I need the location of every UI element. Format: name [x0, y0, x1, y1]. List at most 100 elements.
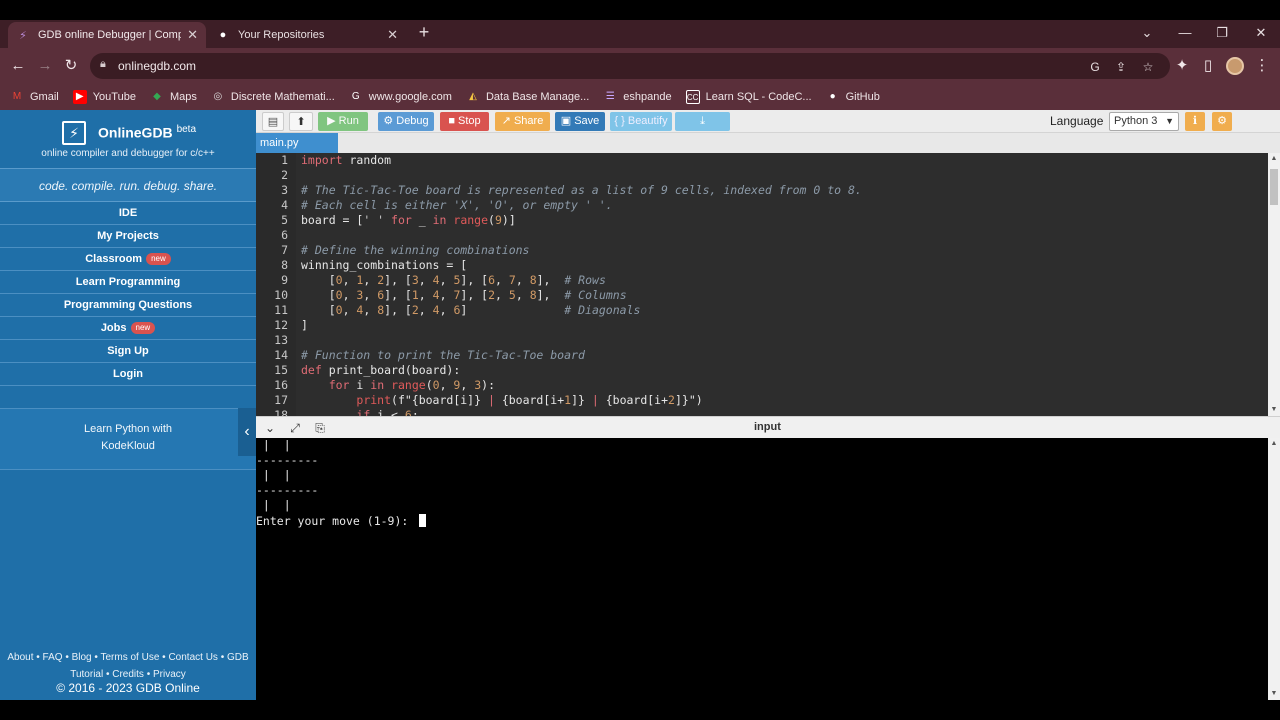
codecademy-icon: CC	[685, 90, 700, 104]
download-button[interactable]: ⤓	[675, 112, 730, 131]
bookmark-discrete-math[interactable]: ◎ Discrete Mathemati...	[211, 90, 335, 104]
bookmark-eshpande[interactable]: ☰ eshpande	[603, 90, 672, 104]
browser-tab-gdb[interactable]: ⚡ GDB online Debugger | Compile ✕	[8, 22, 206, 48]
bolt-logo-icon: ⚡	[62, 121, 86, 145]
scroll-down-icon[interactable]: ▼	[1268, 688, 1280, 700]
browser-tab-strip: ⚡ GDB online Debugger | Compile ✕ ● Your…	[0, 20, 1280, 48]
bookmark-dbms[interactable]: ◭ Data Base Manage...	[466, 90, 589, 104]
terminal-output[interactable]: | | --------- | | --------- | | Enter yo…	[256, 438, 1268, 700]
menu-label: IDE	[118, 207, 138, 219]
close-icon[interactable]: ✕	[387, 27, 398, 43]
menu-label: Jobs	[100, 322, 127, 334]
scroll-thumb[interactable]	[1270, 169, 1278, 205]
profile-avatar[interactable]	[1226, 57, 1244, 75]
bookmark-github[interactable]: ● GitHub	[826, 90, 880, 104]
ide-toolbar: ▤ ⬆ ▶ Run ⚙ Debug ■ Stop ↗ Share ▣ Save …	[256, 110, 1280, 133]
clear-console-icon[interactable]: ⎘	[312, 420, 328, 436]
new-file-button[interactable]: ▤	[262, 112, 284, 131]
new-tab-button[interactable]: +	[414, 22, 434, 42]
collapse-sidebar-chevron-icon[interactable]: ‹	[238, 408, 256, 456]
share-page-icon[interactable]: ⇪	[1113, 59, 1129, 75]
bookmark-youtube[interactable]: ▶ YouTube	[72, 90, 136, 104]
browser-tab-repositories[interactable]: ● Your Repositories ✕	[208, 22, 406, 48]
code-editor[interactable]: 1 import random 2 3 # The Tic-Tac-Toe boar…	[256, 153, 1268, 416]
forward-icon[interactable]: →	[35, 56, 55, 76]
copyright: © 2016 - 2023 GDB Online	[56, 681, 200, 695]
scroll-up-icon[interactable]: ▲	[1268, 438, 1280, 450]
close-icon[interactable]: ✕	[187, 27, 198, 43]
sidebar-item-sign-up[interactable]: Sign Up	[0, 340, 256, 363]
save-button[interactable]: ▣ Save	[555, 112, 605, 131]
sidebar-item-ide[interactable]: IDE	[0, 202, 256, 225]
share-label: Share	[513, 115, 544, 127]
extensions-icon[interactable]: ✦	[1172, 56, 1192, 76]
bookmark-google[interactable]: Gwww.google.com	[349, 90, 452, 104]
sidebar-item-my-projects[interactable]: My Projects	[0, 225, 256, 248]
menu-label: Classroom	[85, 253, 143, 265]
menu-label: Programming Questions	[63, 299, 193, 311]
sidebar-item-login[interactable]: Login	[0, 363, 256, 386]
terminal-scrollbar[interactable]: ▲ ▼	[1268, 438, 1280, 700]
share-icon: ↗	[501, 115, 511, 127]
brand-header[interactable]: ⚡ OnlineGDB beta online compiler and deb…	[0, 110, 256, 168]
scroll-up-icon[interactable]: ▲	[1268, 153, 1280, 165]
bookmark-maps[interactable]: ◆ Maps	[150, 90, 197, 104]
sidebar-item-learn-programming[interactable]: Learn Programming	[0, 271, 256, 294]
scroll-down-icon[interactable]: ▼	[1268, 404, 1280, 416]
code-line: 17 print(f"{board[i]} | {board[i+1]} | {…	[274, 393, 703, 407]
bookmark-learn-sql[interactable]: CC Learn SQL - CodeC...	[685, 90, 812, 104]
bookmark-label: Learn SQL - CodeC...	[705, 91, 812, 103]
code-line: 12]	[274, 318, 308, 332]
stop-button[interactable]: ■ Stop	[440, 112, 489, 131]
upload-icon: ⬆	[296, 116, 306, 128]
browser-menu-icon[interactable]: ⋮	[1252, 56, 1272, 76]
save-label: Save	[574, 115, 600, 127]
tab-main-py[interactable]: main.py	[256, 133, 338, 153]
promo-banner[interactable]: Learn Python with KodeKloud	[0, 408, 256, 470]
side-panel-icon[interactable]: ▯	[1198, 56, 1218, 76]
footer-links[interactable]: About • FAQ • Blog • Terms of Use • Cont…	[0, 649, 256, 683]
bookmark-label: Discrete Mathemati...	[230, 91, 335, 103]
chevron-down-icon[interactable]: ⌄	[262, 420, 278, 436]
brand-text: OnlineGDB	[98, 124, 173, 141]
reload-icon[interactable]: ↻	[61, 56, 81, 76]
youtube-icon: ▶	[72, 90, 87, 104]
back-icon[interactable]: ←	[8, 56, 28, 76]
code-line: 6	[281, 228, 288, 242]
window-close-icon[interactable]: ✕	[1246, 22, 1276, 44]
run-button[interactable]: ▶ Run	[318, 112, 368, 131]
debug-button[interactable]: ⚙ Debug	[378, 112, 434, 131]
brand-subtitle: online compiler and debugger for c/c++	[41, 148, 215, 159]
address-bar[interactable]: 🔒︎ onlinegdb.com G ⇪ ☆	[90, 53, 1170, 79]
github-icon: ●	[219, 29, 227, 41]
upload-button[interactable]: ⬆	[289, 112, 313, 131]
tab-search-icon[interactable]: ⌄	[1132, 22, 1162, 44]
info-button[interactable]: ℹ	[1185, 112, 1205, 131]
promo-line: Learn Python with	[83, 423, 173, 435]
code-line: 1 import random	[281, 153, 392, 167]
file-tabs: main.py	[256, 133, 1280, 153]
bookmark-star-icon[interactable]: ☆	[1140, 59, 1156, 75]
terminal-line: ---------	[256, 483, 319, 497]
gmail-icon: M	[12, 91, 22, 102]
maximize-icon[interactable]: ❐	[1207, 22, 1237, 44]
code-line: 15 def print_board(board):	[274, 363, 461, 377]
terminal-prompt-line[interactable]: Enter your move (1-9):	[256, 514, 427, 529]
google-icon[interactable]: G	[1087, 59, 1103, 75]
bookmark-gmail[interactable]: M Gmail	[10, 90, 59, 104]
sidebar-item-jobs[interactable]: Jobs new	[0, 317, 256, 340]
sidebar-item-classroom[interactable]: Classroom new	[0, 248, 256, 271]
beautify-button[interactable]: { } Beautify	[610, 112, 672, 131]
language-select[interactable]: Python 3 ▼	[1109, 112, 1179, 131]
brand-name: OnlineGDB beta	[98, 124, 196, 141]
share-button[interactable]: ↗ Share	[495, 112, 550, 131]
terminal-line: ---------	[256, 453, 319, 467]
expand-icon[interactable]: ⤢	[287, 420, 303, 436]
list-icon: ☰	[605, 91, 615, 102]
editor-scrollbar[interactable]: ▲ ▼	[1268, 153, 1280, 416]
bookmark-label: Data Base Manage...	[485, 91, 590, 103]
sidebar-item-programming-questions[interactable]: Programming Questions	[0, 294, 256, 317]
footer-line: About • FAQ • Blog • Terms of Use • Cont…	[7, 652, 249, 663]
minimize-icon[interactable]: —	[1170, 22, 1200, 44]
settings-button[interactable]: ⚙	[1212, 112, 1232, 131]
